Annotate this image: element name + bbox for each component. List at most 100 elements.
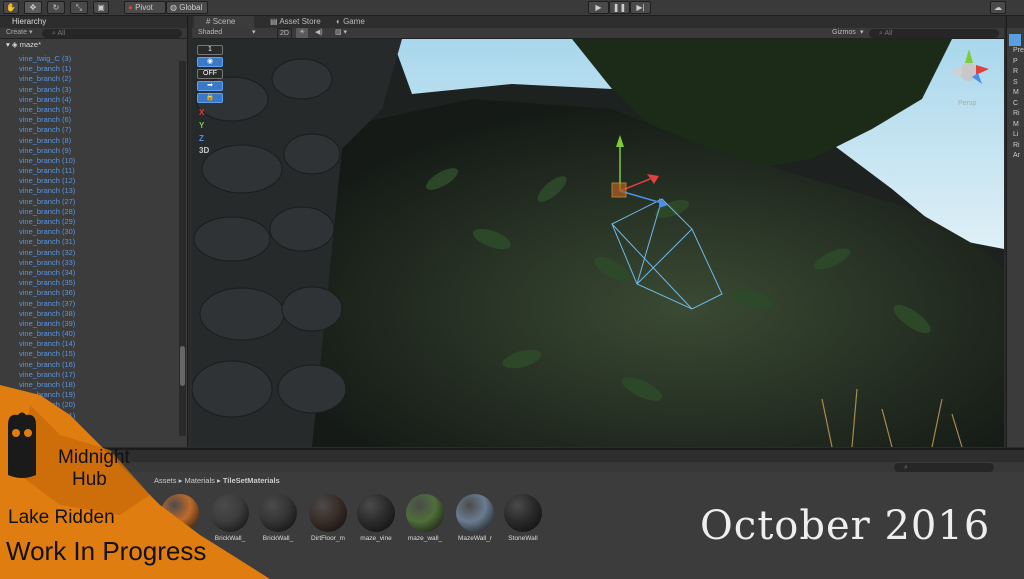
material-tile[interactable]: maze_vine [356,494,396,544]
hierarchy-row[interactable]: vine_branch (35) [0,278,187,288]
rect-tool-button[interactable]: ▣ [93,1,109,14]
hierarchy-row[interactable]: vine_branch (7) [0,125,187,135]
hierarchy-row[interactable]: vine_branch (38) [0,309,187,319]
date-title: October 2016 [700,503,991,549]
main-toolbar: ✋ ✥ ↻ ⤡ ▣ ● Pivot ◍ Global ▶ ❚❚ ▶| ☁ [0,0,1024,16]
rotate-tool-button[interactable]: ↻ [47,1,65,14]
scene-viewport[interactable]: Persp 1 ◉ OFF ➡ 🔒 X Y Z 3D [192,39,1004,447]
create-dropdown[interactable]: Create [6,29,27,36]
hierarchy-row[interactable]: vine_branch (33) [0,258,187,268]
play-button[interactable]: ▶ [588,1,609,14]
step-button[interactable]: ▶| [630,1,651,14]
hierarchy-row[interactable]: vine_branch (13) [0,186,187,196]
snap-increment[interactable]: 1 [197,45,223,55]
axis-y-label[interactable]: Y [199,121,204,130]
hierarchy-row[interactable]: vine_branch (2) [0,74,187,84]
scale-tool-button[interactable]: ⤡ [70,1,88,14]
pivot-label: Pivot [135,3,153,12]
cloud-button[interactable]: ☁ [990,1,1006,14]
hierarchy-row[interactable]: vine_branch (9) [0,146,187,156]
material-tile[interactable]: DirtFloor_m [308,494,348,544]
hierarchy-row[interactable]: vine_branch (32) [0,248,187,258]
game-icon: ◐ [336,17,341,26]
inspector-row[interactable]: Ri [1007,141,1024,152]
owl-logo-icon [8,412,36,478]
scene-tab-icon: # [206,17,211,26]
snap-visibility-toggle[interactable]: ◉ [197,57,223,67]
move-tool-button[interactable]: ✥ [24,1,42,14]
snap-lock-toggle[interactable]: 🔒 [197,93,223,103]
inspector-row[interactable]: M [1007,88,1024,99]
snap-arrow-toggle[interactable]: ➡ [197,81,223,91]
material-sphere-icon [456,494,494,532]
inspector-row[interactable]: R [1007,67,1024,78]
inspector-row[interactable]: Ar [1007,151,1024,162]
hierarchy-row[interactable]: vine_branch (1) [0,64,187,74]
hierarchy-row[interactable]: vine_branch (14) [0,339,187,349]
hierarchy-row[interactable]: vine_branch (8) [0,136,187,146]
hierarchy-row[interactable]: vine_branch (31) [0,237,187,247]
hierarchy-row[interactable]: vine_branch (34) [0,268,187,278]
scene-root-row[interactable]: ▾ ◈ maze* [0,39,187,50]
axis-z-label[interactable]: Z [199,134,204,143]
arrow-right-icon: ➡ [207,82,213,89]
persp-label[interactable]: Persp [958,100,976,107]
hierarchy-row[interactable]: vine_branch (6) [0,115,187,125]
hand-tool-button[interactable]: ✋ [3,1,19,14]
hierarchy-row[interactable]: vine_branch (36) [0,288,187,298]
inspector-row[interactable]: C [1007,99,1024,110]
inspector-row[interactable]: Li [1007,130,1024,141]
project-search[interactable]: ⌕ [894,463,994,472]
tab-asset-store-label: Asset Store [279,17,321,26]
snap-off-toggle[interactable]: OFF [197,69,223,79]
inspector-row[interactable]: Ri [1007,109,1024,120]
hierarchy-row[interactable]: vine_branch (27) [0,197,187,207]
tab-game[interactable]: ◐ Game [324,16,374,28]
hierarchy-row[interactable]: vine_branch (3) [0,85,187,95]
inspector-row[interactable]: S [1007,78,1024,89]
search-placeholder: All [57,30,66,37]
gizmos-dropdown[interactable]: Gizmos [832,28,856,38]
hierarchy-search[interactable]: ⌕ All [42,29,182,38]
hierarchy-row[interactable]: vine_branch (11) [0,166,187,176]
audio-icon[interactable]: ◀) [315,28,323,38]
gizmos-chevron-icon: ▾ [860,29,864,36]
axis-x-label[interactable]: X [199,108,204,117]
scene-panel: # Scene ▤ Asset Store ◐ Game Shaded ▾ 2D… [192,16,1004,447]
inspector-row[interactable]: Pre [1007,46,1024,57]
tagline: Work In Progress [6,536,207,566]
shading-dropdown[interactable]: Shaded [198,28,222,38]
hierarchy-row[interactable]: vine_branch (4) [0,95,187,105]
snap-3d-toggle[interactable]: 3D [199,146,209,155]
hierarchy-row[interactable]: vine_branch (39) [0,319,187,329]
rotate-icon: ↻ [52,3,60,12]
pause-button[interactable]: ❚❚ [609,1,630,14]
scene-search[interactable]: ⌕ All [869,29,999,38]
image-effects-icon[interactable]: ▨ ▾ [335,28,347,38]
hierarchy-row[interactable]: vine_branch (30) [0,227,187,237]
tab-scene[interactable]: # Scene [194,16,254,28]
hierarchy-row[interactable]: vine_branch (28) [0,207,187,217]
hierarchy-row[interactable]: vine_branch (5) [0,105,187,115]
inspector-row[interactable]: M [1007,120,1024,131]
hierarchy-row[interactable]: vine_branch (29) [0,217,187,227]
cube-icon [1009,34,1021,46]
hierarchy-row[interactable]: vine_branch (40) [0,329,187,339]
hierarchy-tab[interactable]: Hierarchy [0,16,187,28]
lighting-icon[interactable]: ☀ [296,28,309,38]
material-tile[interactable]: MazeWall_r [455,494,495,544]
inspector-row[interactable]: P [1007,57,1024,68]
hierarchy-row[interactable]: vine_twig_C (3) [0,54,187,64]
tab-asset-store[interactable]: ▤ Asset Store [258,16,328,28]
global-toggle[interactable]: ◍ Global [166,1,208,14]
inspector-tab[interactable] [1007,16,1024,28]
hierarchy-row[interactable]: vine_branch (12) [0,176,187,186]
pivot-toggle[interactable]: ● Pivot [124,1,166,14]
hierarchy-row[interactable]: vine_branch (37) [0,299,187,309]
material-tile[interactable]: maze_wall_ [405,494,445,544]
cloud-icon: ☁ [994,3,1002,12]
project-name: Lake Ridden [8,507,115,528]
hierarchy-row[interactable]: vine_branch (10) [0,156,187,166]
material-tile[interactable]: StoneWall [503,494,543,544]
step-icon: ▶| [636,3,645,12]
